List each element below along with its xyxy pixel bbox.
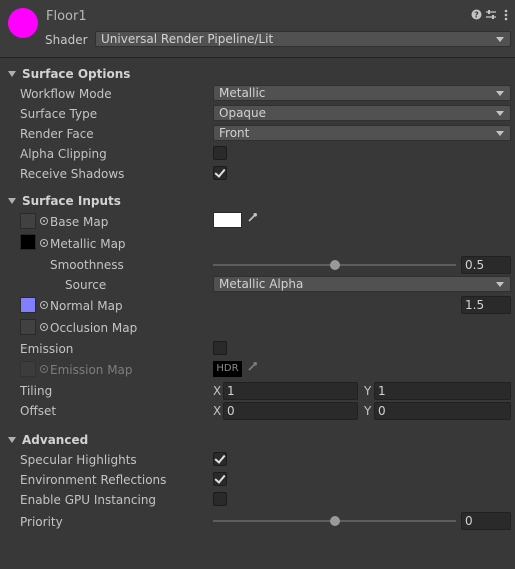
smoothness-slider-handle[interactable] [329,260,340,270]
object-picker-icon [40,365,48,373]
section-title: Advanced [22,433,89,447]
render-face-dropdown[interactable]: Front [213,125,511,141]
render-face-label: Render Face [20,127,94,141]
object-picker-icon[interactable] [40,323,48,331]
tiling-label: Tiling [20,384,53,398]
priority-slider-handle[interactable] [329,516,340,526]
receive-shadows-label: Receive Shadows [20,167,125,181]
eyedropper-icon [245,361,259,377]
normal-scale-field[interactable]: 1.5 [461,296,511,314]
chevron-down-icon [496,37,504,42]
object-picker-icon[interactable] [40,217,48,225]
surface-type-value: Opaque [219,106,267,120]
tiling-y-label: Y [364,384,372,398]
material-preview-swatch [8,8,38,38]
offset-x-label: X [213,404,222,418]
gpu-instancing-checkbox[interactable] [213,492,227,506]
offset-y-field[interactable]: 0 [374,402,511,420]
help-icon[interactable]: ? [470,9,482,21]
shader-dropdown[interactable]: Universal Render Pipeline/Lit [95,31,511,47]
environment-reflections-checkbox[interactable] [213,472,227,486]
section-advanced[interactable]: Advanced [8,433,88,447]
foldout-arrow-icon [8,437,16,443]
gpu-instancing-label: Enable GPU Instancing [20,493,157,507]
alpha-clipping-checkbox[interactable] [213,146,227,160]
smoothness-label: Smoothness [50,258,124,272]
menu-icon[interactable] [500,9,512,21]
chevron-down-icon [496,111,504,116]
normal-map-texture-slot[interactable] [20,297,36,313]
emission-hdr-color-swatch: HDR [213,361,242,377]
section-title: Surface Inputs [22,194,121,208]
shader-value: Universal Render Pipeline/Lit [101,32,274,46]
emission-label: Emission [20,342,74,356]
base-map-color-swatch[interactable] [213,212,242,228]
offset-x-field[interactable]: 0 [223,402,358,420]
tiling-x-label: X [213,384,222,398]
object-picker-icon[interactable] [40,301,48,309]
metallic-map-texture-slot[interactable] [20,234,36,250]
material-header: Floor1 ? Shader Universal Render Pipelin… [0,0,515,58]
specular-highlights-label: Specular Highlights [20,453,137,467]
workflow-mode-label: Workflow Mode [20,87,112,101]
workflow-mode-value: Metallic [219,86,266,100]
base-map-texture-slot[interactable] [20,213,36,229]
chevron-down-icon [496,131,504,136]
surface-type-label: Surface Type [20,107,98,121]
offset-y-label: Y [364,404,372,418]
occlusion-map-texture-slot[interactable] [20,319,36,335]
chevron-down-icon [496,282,504,287]
metallic-map-label: Metallic Map [50,237,126,251]
offset-label: Offset [20,404,57,418]
emission-map-texture-slot [20,361,36,377]
svg-text:?: ? [474,11,479,20]
section-surface-options[interactable]: Surface Options [8,67,130,81]
base-map-label: Base Map [50,215,109,229]
surface-type-dropdown[interactable]: Opaque [213,105,511,121]
smoothness-value-field[interactable]: 0.5 [461,256,511,274]
occlusion-map-label: Occlusion Map [50,321,138,335]
environment-reflections-label: Environment Reflections [20,473,167,487]
eyedropper-icon[interactable] [245,212,259,228]
section-title: Surface Options [22,67,131,81]
emission-checkbox[interactable] [213,341,227,355]
render-face-value: Front [219,126,250,140]
chevron-down-icon [496,91,504,96]
tiling-y-field[interactable]: 1 [374,382,511,400]
emission-map-label: Emission Map [50,363,133,377]
priority-label: Priority [20,515,63,529]
specular-highlights-checkbox[interactable] [213,452,227,466]
object-picker-icon[interactable] [40,239,48,247]
priority-value-field[interactable]: 0 [461,512,511,530]
preset-icon[interactable] [485,9,497,21]
foldout-arrow-icon [8,198,16,204]
shader-label: Shader [45,33,88,47]
foldout-arrow-icon [8,71,16,77]
alpha-clipping-label: Alpha Clipping [20,147,107,161]
source-value: Metallic Alpha [219,277,304,291]
workflow-mode-dropdown[interactable]: Metallic [213,85,511,101]
receive-shadows-checkbox[interactable] [213,166,227,180]
normal-map-label: Normal Map [50,299,123,313]
source-dropdown[interactable]: Metallic Alpha [213,276,511,292]
tiling-x-field[interactable]: 1 [223,382,358,400]
section-surface-inputs[interactable]: Surface Inputs [8,194,121,208]
material-name: Floor1 [46,9,87,24]
source-label: Source [65,278,107,292]
